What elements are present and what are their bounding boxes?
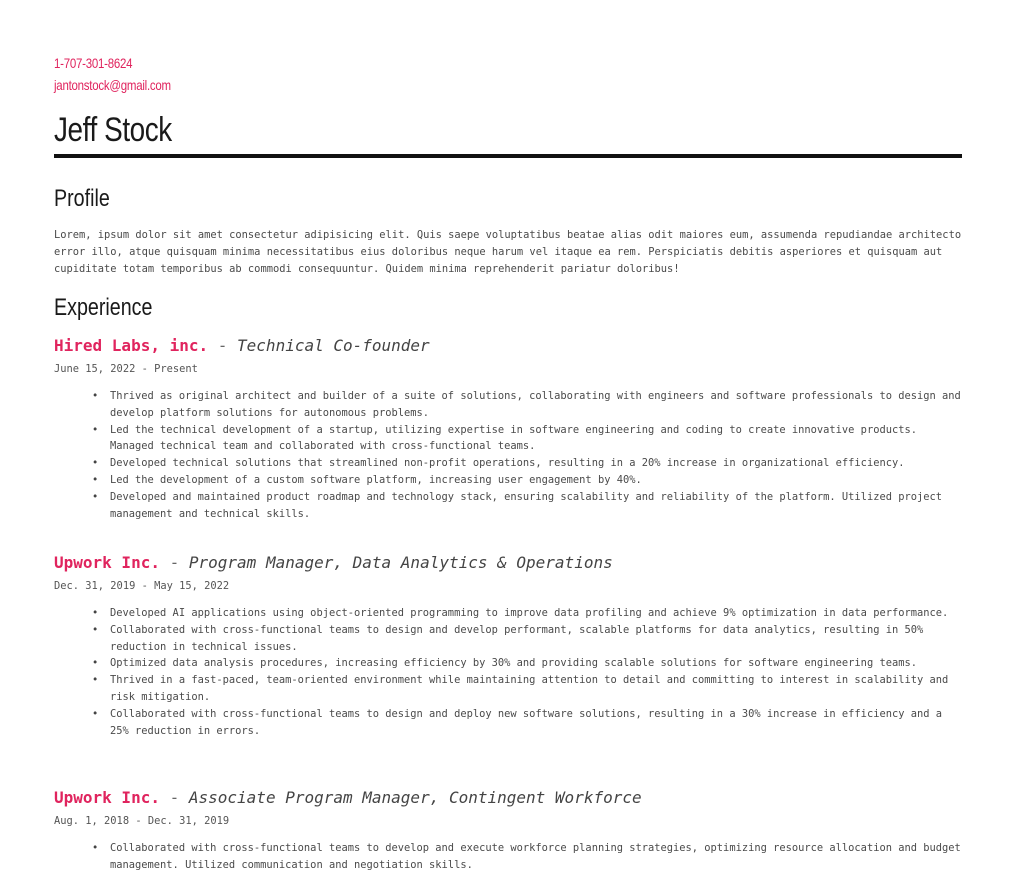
phone-number[interactable]: 1-707-301-8624	[54, 52, 133, 74]
job-entry: Upwork Inc. - Program Manager, Data Anal…	[54, 552, 962, 739]
job-bullet: Collaborated with cross-functional teams…	[54, 706, 962, 740]
job-bullet: Optimized data analysis procedures, incr…	[54, 655, 962, 672]
profile-text: Lorem, ipsum dolor sit amet consectetur …	[54, 229, 962, 275]
company-name: Upwork Inc.	[54, 788, 160, 807]
profile-heading: Profile	[54, 185, 110, 212]
job-bullet: Collaborated with cross-functional teams…	[54, 840, 962, 874]
email-link[interactable]: jantonstock@gmail.com	[54, 74, 171, 96]
job-bullet: Developed and maintained product roadmap…	[54, 489, 962, 523]
job-bullet: Developed technical solutions that strea…	[54, 455, 962, 472]
job-bullet: Led the development of a custom software…	[54, 472, 962, 489]
company-name: Hired Labs, inc.	[54, 336, 209, 355]
job-entry: Hired Labs, inc. - Technical Co-founder …	[54, 335, 962, 522]
job-dates: June 15, 2022 - Present	[54, 363, 198, 375]
job-bullet: Collaborated with cross-functional teams…	[54, 622, 962, 656]
resume-name: Jeff Stock	[54, 111, 172, 149]
job-bullets: Thrived as original architect and builde…	[54, 388, 962, 522]
job-role: Technical Co-founder	[237, 336, 430, 355]
experience-heading: Experience	[54, 294, 153, 321]
title-separator: -	[208, 336, 238, 355]
title-separator: -	[159, 553, 189, 572]
job-header: Upwork Inc. - Program Manager, Data Anal…	[54, 552, 962, 574]
job-role: Program Manager, Data Analytics & Operat…	[188, 553, 613, 572]
job-header: Hired Labs, inc. - Technical Co-founder	[54, 335, 962, 357]
job-bullet: Thrived as original architect and builde…	[54, 388, 962, 422]
job-bullets: Developed AI applications using object-o…	[54, 605, 962, 739]
job-bullet: Led the technical development of a start…	[54, 422, 962, 456]
company-name: Upwork Inc.	[54, 553, 160, 572]
job-dates: Aug. 1, 2018 - Dec. 31, 2019	[54, 815, 230, 827]
job-bullets: Collaborated with cross-functional teams…	[54, 840, 962, 874]
job-bullet: Thrived in a fast-paced, team-oriented e…	[54, 672, 962, 706]
job-dates: Dec. 31, 2019 - May 15, 2022	[54, 580, 230, 592]
job-role: Associate Program Manager, Contingent Wo…	[188, 788, 642, 807]
title-separator: -	[159, 788, 189, 807]
header-divider	[54, 154, 962, 158]
job-entry: Upwork Inc. - Associate Program Manager,…	[54, 787, 962, 874]
job-bullet: Developed AI applications using object-o…	[54, 605, 962, 622]
job-header: Upwork Inc. - Associate Program Manager,…	[54, 787, 962, 809]
